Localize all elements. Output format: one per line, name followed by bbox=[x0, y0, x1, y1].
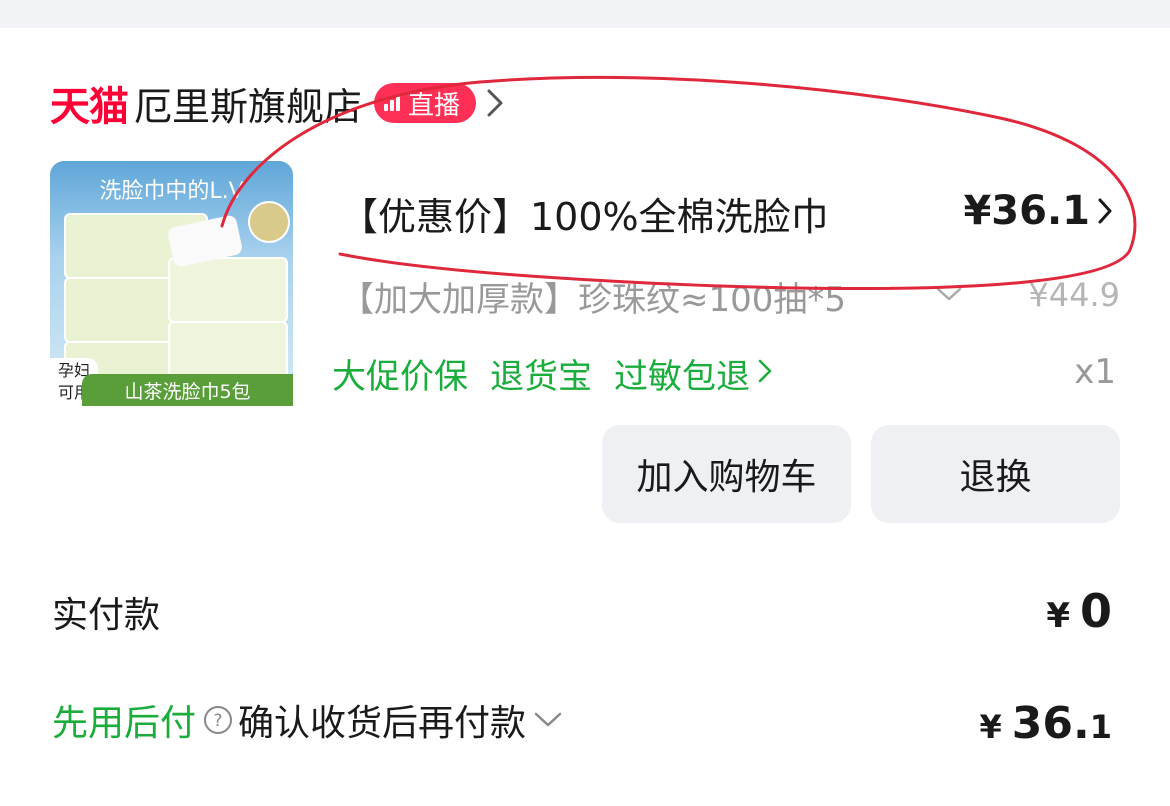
pay-later-amount: ¥36.1 bbox=[980, 698, 1112, 749]
thumbnail-title: 洗脸巾中的L.V bbox=[99, 179, 244, 204]
tmall-logo: 天猫 bbox=[50, 84, 129, 130]
paid-amount-value: 0 bbox=[1079, 584, 1112, 638]
sku-selector[interactable]: 【加大加厚款】珍珠纹≈100抽*5 ¥44.9 bbox=[340, 272, 1130, 322]
guarantee-row[interactable]: 大促价保 退货宝 过敏包退 bbox=[332, 350, 772, 397]
pay-later-description: 确认收货后再付款 bbox=[238, 703, 527, 744]
award-seal-icon bbox=[248, 201, 290, 243]
paid-amount: ¥0 bbox=[1046, 584, 1112, 638]
chevron-down-icon[interactable] bbox=[534, 711, 562, 729]
chevron-down-icon[interactable] bbox=[936, 286, 962, 306]
add-to-cart-button[interactable]: 加入购物车 bbox=[602, 425, 851, 523]
quantity: x1 bbox=[1074, 352, 1116, 392]
sku-text: 【加大加厚款】珍珠纹≈100抽*5 bbox=[340, 280, 847, 320]
pay-later-amount-int: 36. bbox=[1011, 698, 1090, 749]
original-price: ¥44.9 bbox=[1028, 276, 1120, 314]
live-badge-label: 直播 bbox=[408, 90, 461, 121]
svg-text:?: ? bbox=[214, 711, 223, 731]
help-icon[interactable]: ? bbox=[202, 704, 234, 736]
chevron-right-icon[interactable] bbox=[758, 359, 772, 387]
product-title: 【优惠价】100%全棉洗脸巾 bbox=[340, 195, 829, 239]
pay-later-row[interactable]: 先用后付 ? 确认收货后再付款 bbox=[52, 696, 562, 744]
product-price: ¥36.1 bbox=[963, 188, 1090, 234]
order-item-page: 天猫 厄里斯旗舰店 直播 洗脸巾中的L.V 孕妇 可用 山茶洗脸巾5包 【优惠价… bbox=[0, 0, 1170, 806]
top-divider-strip bbox=[0, 0, 1170, 28]
return-exchange-button[interactable]: 退换 bbox=[871, 425, 1120, 523]
thumbnail-bottom-label: 山茶洗脸巾5包 bbox=[82, 374, 293, 406]
store-name: 厄里斯旗舰店 bbox=[134, 84, 363, 129]
live-badge[interactable]: 直播 bbox=[374, 83, 477, 123]
store-header[interactable]: 天猫 厄里斯旗舰店 直播 bbox=[50, 76, 504, 130]
paid-label: 实付款 bbox=[52, 595, 161, 636]
pay-later-label: 先用后付 bbox=[52, 703, 197, 744]
guarantee-price-protection: 大促价保 bbox=[332, 356, 468, 397]
pay-later-amount-dec: 1 bbox=[1089, 708, 1112, 746]
thumbnail-pack bbox=[168, 257, 288, 323]
guarantee-return-insurance: 退货宝 bbox=[490, 356, 592, 397]
live-bars-icon bbox=[384, 95, 402, 111]
chevron-right-icon[interactable] bbox=[1098, 198, 1112, 228]
currency-symbol: ¥ bbox=[1046, 596, 1070, 636]
currency-symbol: ¥ bbox=[979, 708, 1002, 746]
chevron-right-icon[interactable] bbox=[486, 88, 504, 118]
product-title-row[interactable]: 【优惠价】100%全棉洗脸巾 ¥36.1 bbox=[340, 186, 1140, 242]
guarantee-allergy-return: 过敏包退 bbox=[614, 356, 750, 397]
